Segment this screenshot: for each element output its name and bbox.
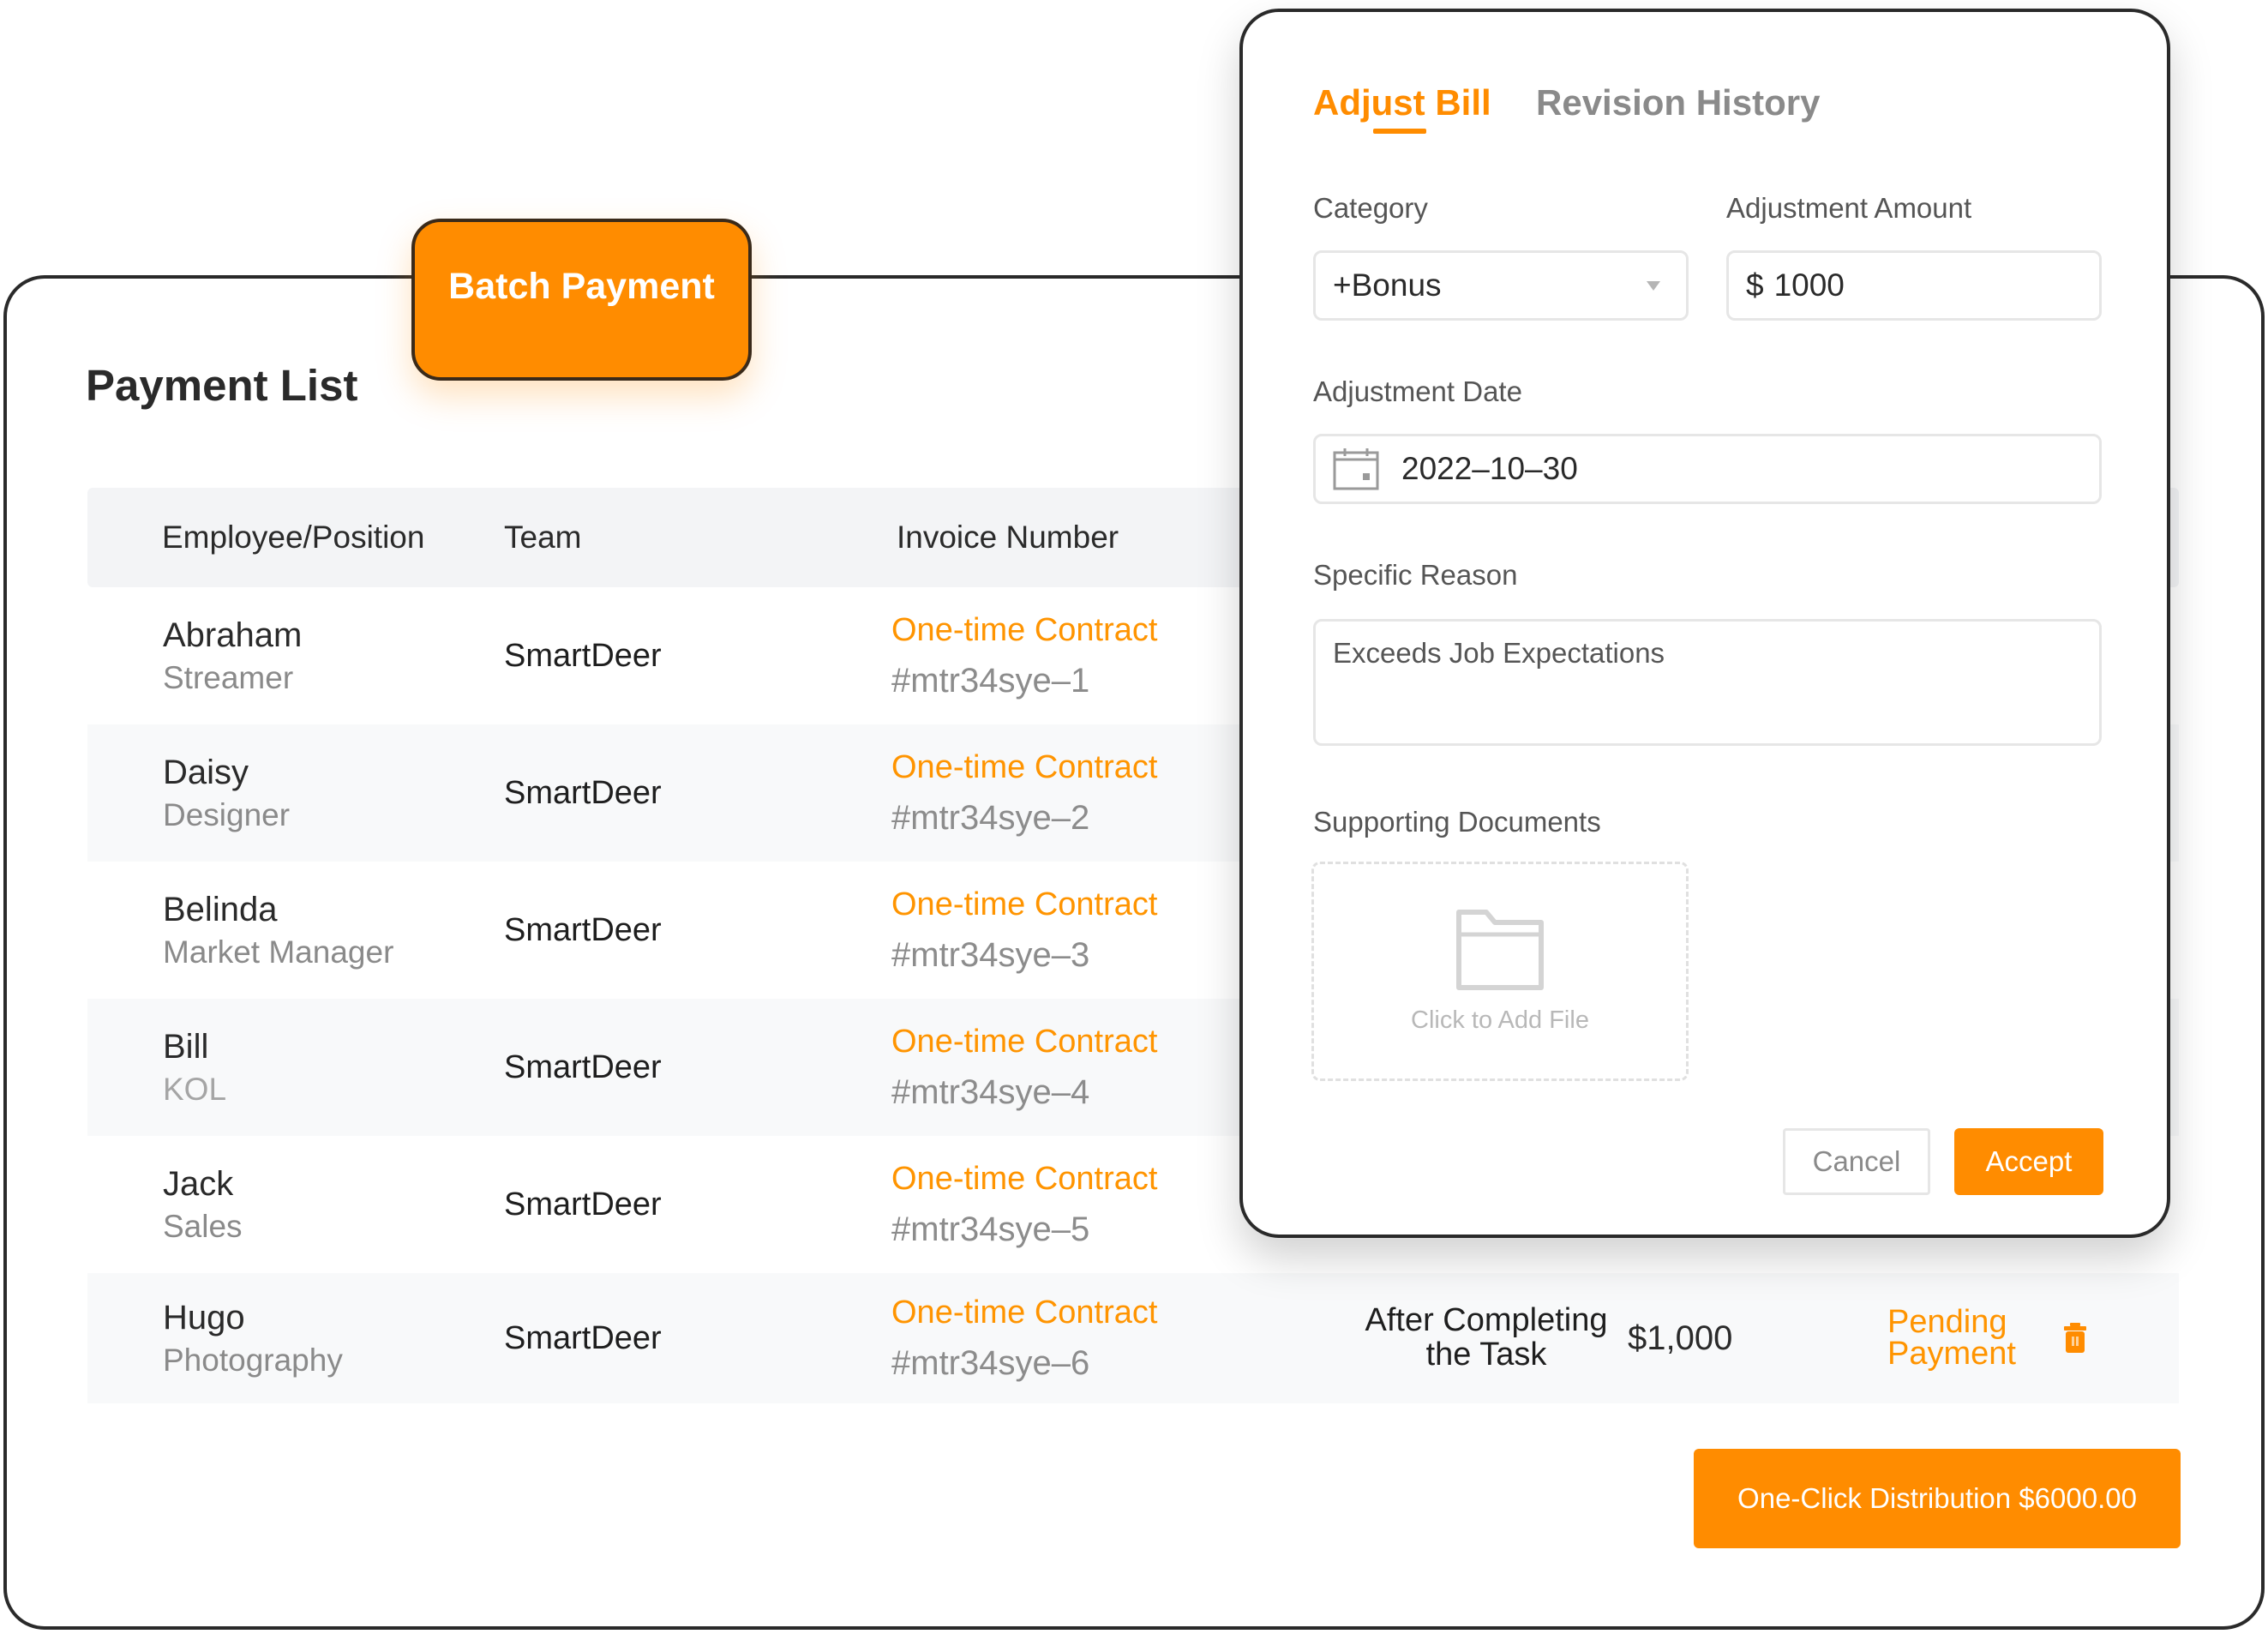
adjustment-amount-input[interactable]: $ 1000 [1726, 250, 2102, 321]
column-header-invoice[interactable]: Invoice Number [897, 488, 1119, 587]
delete-button[interactable] [2062, 1273, 2088, 1403]
employee-position: Designer [163, 796, 291, 832]
invoice-number: #mtr34sye–4 [891, 1072, 1090, 1111]
accept-button[interactable]: Accept [1954, 1128, 2103, 1195]
payment-condition-line2: the Task [1425, 1337, 1547, 1373]
employee-position: Sales [163, 1208, 243, 1244]
specific-reason-textarea[interactable]: Exceeds Job Expectations [1313, 619, 2102, 746]
category-value: +Bonus [1333, 267, 1442, 303]
caret-down-icon [1647, 281, 1660, 291]
reason-value: Exceeds Job Expectations [1333, 637, 1665, 669]
employee-name: Belinda [163, 890, 278, 928]
invoice-type-link[interactable]: One-time Contract [891, 606, 1157, 655]
adjustment-date-label: Adjustment Date [1313, 375, 1522, 407]
invoice-number: #mtr34sye–2 [891, 798, 1090, 837]
payment-status-line2: Payment [1887, 1336, 2016, 1372]
invoice-type-link[interactable]: One-time Contract [891, 1018, 1157, 1066]
employee-name: Jack [163, 1164, 234, 1203]
active-tab-indicator [1373, 129, 1426, 134]
team-name: SmartDeer [504, 1319, 662, 1356]
page-title: Payment List [86, 361, 358, 410]
team-name: SmartDeer [504, 1186, 662, 1222]
date-value: 2022–10–30 [1401, 451, 1578, 486]
adjustment-date-input[interactable]: 2022–10–30 [1313, 434, 2102, 504]
invoice-type-link[interactable]: One-time Contract [891, 1155, 1157, 1204]
category-label: Category [1313, 192, 1428, 224]
payment-amount: $1,000 [1628, 1319, 1733, 1357]
supporting-documents-label: Supporting Documents [1313, 806, 1601, 838]
specific-reason-label: Specific Reason [1313, 559, 1518, 591]
employee-name: Abraham [163, 616, 303, 654]
column-header-team[interactable]: Team [504, 488, 581, 587]
invoice-type-link[interactable]: One-time Contract [891, 743, 1157, 792]
file-upload-area[interactable]: Click to Add File [1311, 862, 1689, 1081]
employee-name: Hugo [163, 1298, 245, 1337]
category-select[interactable]: +Bonus [1313, 250, 1689, 321]
adjust-bill-modal: Adjust Bill Revision History Category +B… [1239, 9, 2170, 1238]
calendar-icon [1333, 448, 1379, 490]
folder-icon [1456, 909, 1544, 990]
payment-status: Pending [1887, 1303, 2007, 1340]
employee-position: Photography [163, 1342, 343, 1378]
cancel-button[interactable]: Cancel [1783, 1128, 1930, 1195]
column-header-employee[interactable]: Employee/Position [162, 488, 424, 587]
one-click-distribution-button[interactable]: One-Click Distribution $6000.00 [1694, 1449, 2181, 1548]
team-name: SmartDeer [504, 911, 662, 948]
employee-position: KOL [163, 1071, 227, 1107]
invoice-number: #mtr34sye–6 [891, 1343, 1090, 1382]
employee-position: Streamer [163, 659, 294, 695]
trash-icon [2064, 1323, 2086, 1353]
employee-position: Market Manager [163, 934, 394, 970]
invoice-number: #mtr34sye–1 [891, 661, 1090, 700]
tab-adjust-bill[interactable]: Adjust Bill [1313, 82, 1491, 123]
invoice-type-link[interactable]: One-time Contract [891, 880, 1157, 929]
currency-symbol: $ [1746, 267, 1764, 303]
upload-hint: Click to Add File [1411, 1006, 1589, 1034]
invoice-type-link[interactable]: One-time Contract [891, 1289, 1157, 1337]
table-row[interactable]: Hugo Photography SmartDeer One-time Cont… [87, 1273, 2179, 1403]
adjustment-amount-label: Adjustment Amount [1726, 192, 1972, 224]
team-name: SmartDeer [504, 637, 662, 674]
team-name: SmartDeer [504, 1048, 662, 1085]
tab-revision-history[interactable]: Revision History [1536, 82, 1820, 123]
team-name: SmartDeer [504, 774, 662, 811]
invoice-number: #mtr34sye–5 [891, 1210, 1090, 1248]
amount-value: 1000 [1773, 267, 1845, 303]
payment-condition: After Completing [1365, 1302, 1608, 1339]
invoice-number: #mtr34sye–3 [891, 935, 1090, 974]
employee-name: Daisy [163, 753, 249, 791]
employee-name: Bill [163, 1027, 209, 1066]
batch-payment-button[interactable]: Batch Payment [411, 219, 752, 381]
